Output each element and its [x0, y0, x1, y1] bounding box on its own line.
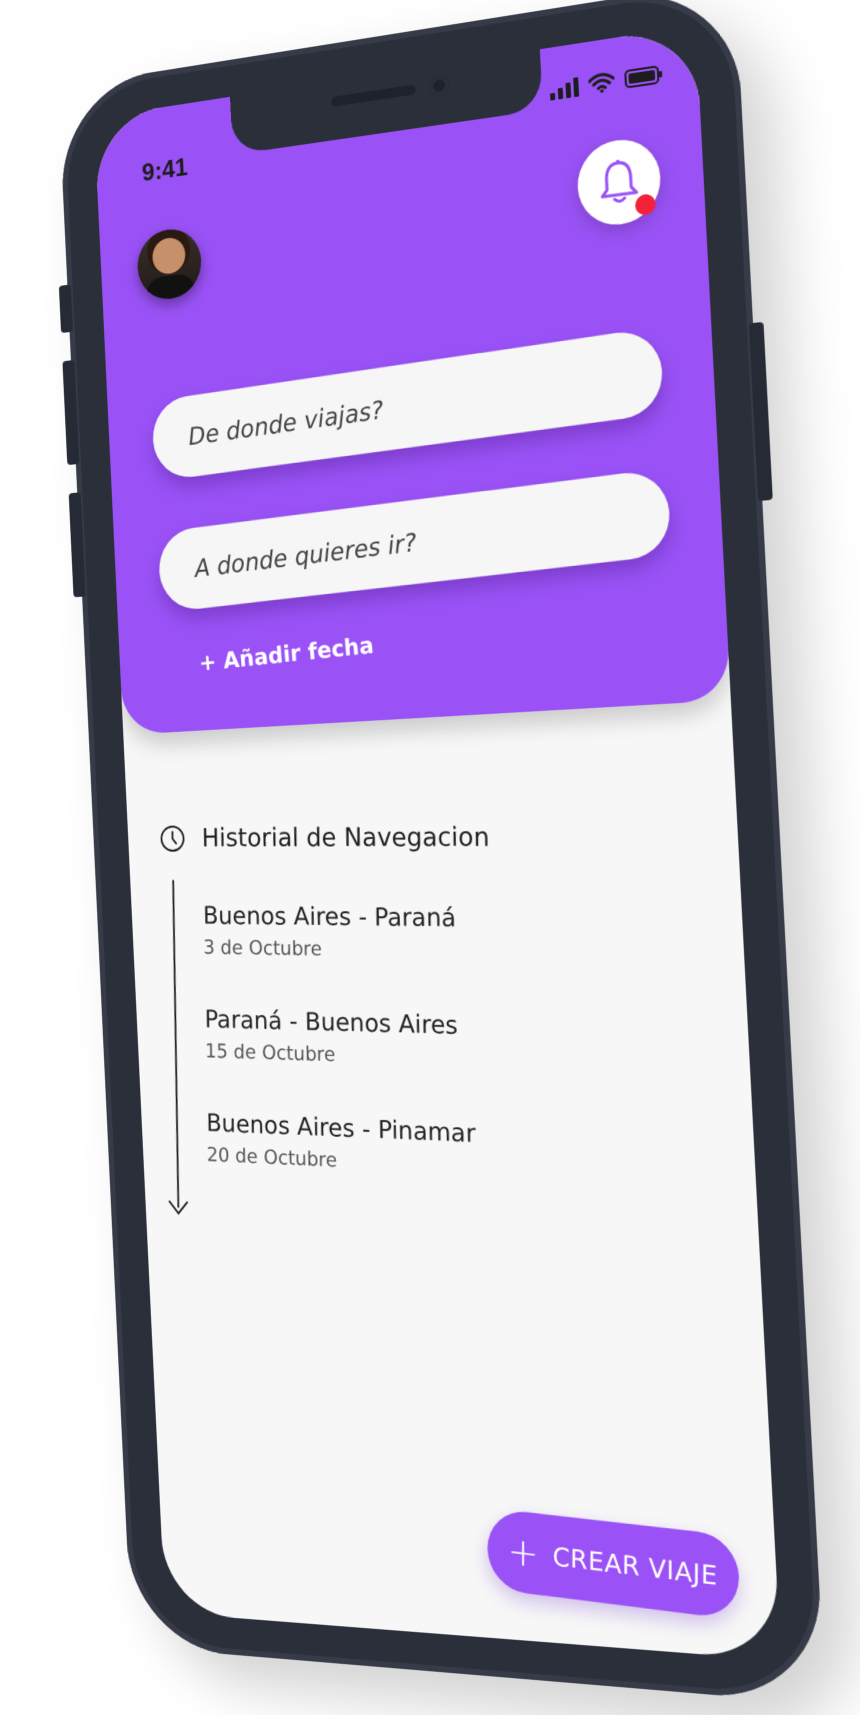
notifications-button[interactable] [575, 134, 663, 230]
stage: 9:41 De donde viajas? A donde quieres ir… [0, 0, 860, 1715]
signal-icon [549, 77, 580, 101]
front-camera [429, 74, 450, 98]
avatar-shirt [145, 272, 196, 303]
add-date-link[interactable]: + Añadir fecha [198, 633, 375, 677]
volume-up-button [62, 359, 80, 466]
speaker-grille [330, 84, 416, 107]
destination-input[interactable]: A donde quieres ir? [156, 468, 673, 613]
history-item[interactable]: Buenos Aires - Pinamar 20 de Octubre [206, 1109, 476, 1179]
clock-icon [159, 824, 186, 853]
trip-date: 15 de Octubre [204, 1038, 336, 1067]
search-header: 9:41 De donde viajas? A donde quieres ir… [93, 25, 731, 735]
bell-icon [597, 156, 642, 209]
origin-placeholder: De donde viajas? [187, 394, 385, 451]
history-title: Historial de Navegacion [201, 822, 490, 854]
phone-screen: 9:41 De donde viajas? A donde quieres ir… [93, 25, 781, 1661]
power-button [748, 321, 773, 502]
timeline-line [172, 880, 180, 1208]
trip-date: 20 de Octubre [206, 1142, 338, 1172]
battery-icon [624, 64, 664, 90]
notification-badge [634, 193, 657, 217]
destination-placeholder: A donde quieres ir? [193, 527, 418, 583]
status-time: 9:41 [141, 151, 189, 188]
history-item[interactable]: Buenos Aires - Paraná 3 de Octubre [203, 901, 457, 962]
wifi-icon [588, 71, 615, 95]
plus-icon: + [507, 1528, 539, 1577]
trip-route: Paraná - Buenos Aires [204, 1004, 459, 1040]
status-icons [549, 64, 663, 101]
trip-route: Buenos Aires - Paraná [202, 901, 457, 933]
history-header: Historial de Navegacion [159, 822, 696, 854]
volume-down-button [68, 492, 86, 598]
mute-switch [58, 284, 74, 334]
create-trip-button[interactable]: + CREAR VIAJE [487, 1507, 739, 1620]
history-section: Historial de Navegacion Buenos Aires - P… [159, 822, 696, 854]
phone-frame: 9:41 De donde viajas? A donde quieres ir… [58, 0, 826, 1705]
notch [229, 45, 543, 155]
trip-route: Buenos Aires - Pinamar [206, 1108, 476, 1149]
history-item[interactable]: Paraná - Buenos Aires 15 de Octubre [204, 1005, 458, 1070]
trip-date: 3 de Octubre [203, 935, 322, 961]
arrow-down-icon [168, 1197, 190, 1217]
create-trip-label: CREAR VIAJE [552, 1541, 718, 1591]
avatar[interactable] [136, 225, 203, 303]
origin-input[interactable]: De donde viajas? [149, 326, 666, 482]
